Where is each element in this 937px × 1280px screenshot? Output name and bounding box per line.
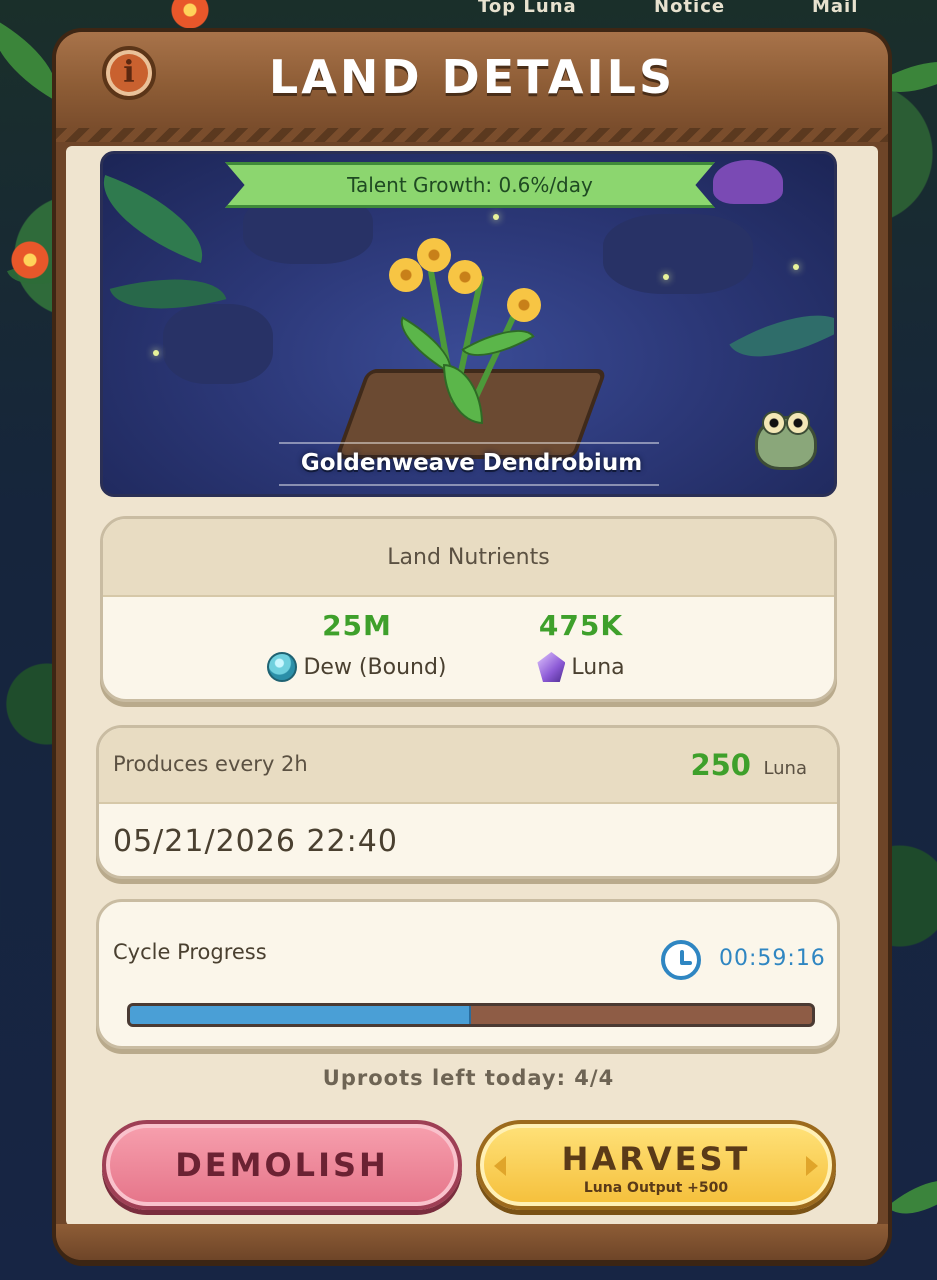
orchid-flower (417, 238, 451, 272)
harvest-button[interactable]: HARVEST Luna Output +500 (476, 1120, 836, 1210)
plant-name: Goldenweave Dendrobium (300, 450, 643, 476)
page-title: LAND DETAILS (268, 50, 676, 104)
cycle-timer: 00:59:16 (719, 946, 826, 971)
firefly-decoration (663, 274, 669, 280)
cycle-progress-fill (130, 1006, 471, 1024)
firefly-decoration (153, 350, 159, 356)
firefly-decoration (493, 214, 499, 220)
nav-top-luna[interactable]: Top Luna (478, 0, 577, 17)
luna-label: Luna (571, 654, 625, 680)
dew-label: Dew (Bound) (303, 654, 447, 680)
harvest-output: Luna Output +500 (583, 1180, 729, 1196)
clock-icon (661, 940, 701, 980)
production-amount: 250 (690, 748, 751, 782)
flower-decoration (10, 240, 50, 280)
nav-mail[interactable]: Mail (812, 0, 858, 17)
dew-label-row: Dew (Bound) (227, 652, 487, 682)
nav-notice[interactable]: Notice (654, 0, 725, 17)
rock-decoration (163, 304, 273, 384)
talent-growth-banner: Talent Growth: 0.6%/day (225, 162, 715, 208)
divider (279, 442, 659, 444)
cycle-progress-label: Cycle Progress (113, 940, 267, 964)
luna-value: 475K (538, 609, 624, 642)
dew-value: 25M (322, 609, 392, 642)
arrow-right-icon (806, 1156, 818, 1176)
arrow-left-icon (494, 1156, 506, 1176)
dew-icon (267, 652, 298, 682)
talent-growth-text: Talent Growth: 0.6%/day (347, 173, 593, 197)
luna-label-row: Luna (451, 652, 711, 682)
harvest-label: HARVEST (561, 1140, 751, 1178)
mushroom-decoration (713, 160, 783, 204)
orchid-flower (448, 260, 482, 294)
cycle-progress-card: Cycle Progress 00:59:16 (96, 899, 840, 1049)
cycle-progress-bar (127, 1003, 815, 1027)
top-nav: Top Luna Notice Mail (0, 0, 937, 20)
production-header: Produces every 2h 250 Luna (99, 728, 837, 804)
uproots-left: Uproots left today: 4/4 (322, 1066, 615, 1090)
luna-nutrient: 475K Luna (451, 609, 711, 682)
orchid-flower (507, 288, 541, 322)
panel-header: i LAND DETAILS (56, 32, 888, 142)
fern-decoration (729, 289, 834, 383)
leaf-decoration (887, 1161, 937, 1233)
rock-decoration (603, 214, 753, 294)
production-interval: Produces every 2h (113, 752, 308, 776)
divider (279, 484, 659, 486)
firefly-decoration (793, 264, 799, 270)
land-nutrients-heading: Land Nutrients (103, 519, 834, 597)
panel-footer (56, 1224, 888, 1260)
plant-scene: Talent Growth: 0.6%/day Goldenweave Dend… (100, 151, 837, 497)
fern-decoration (103, 174, 218, 264)
demolish-button[interactable]: DEMOLISH (102, 1120, 462, 1210)
orchid-flower (389, 258, 423, 292)
production-card: Produces every 2h 250 Luna 05/21/2026 22… (96, 725, 840, 879)
dew-nutrient: 25M Dew (Bound) (227, 609, 487, 682)
production-timestamp: 05/21/2026 22:40 (113, 824, 398, 859)
luna-crystal-icon (537, 652, 566, 682)
land-nutrients-card: Land Nutrients 25M Dew (Bound) 475K Luna (100, 516, 837, 702)
production-unit: Luna (763, 758, 807, 779)
